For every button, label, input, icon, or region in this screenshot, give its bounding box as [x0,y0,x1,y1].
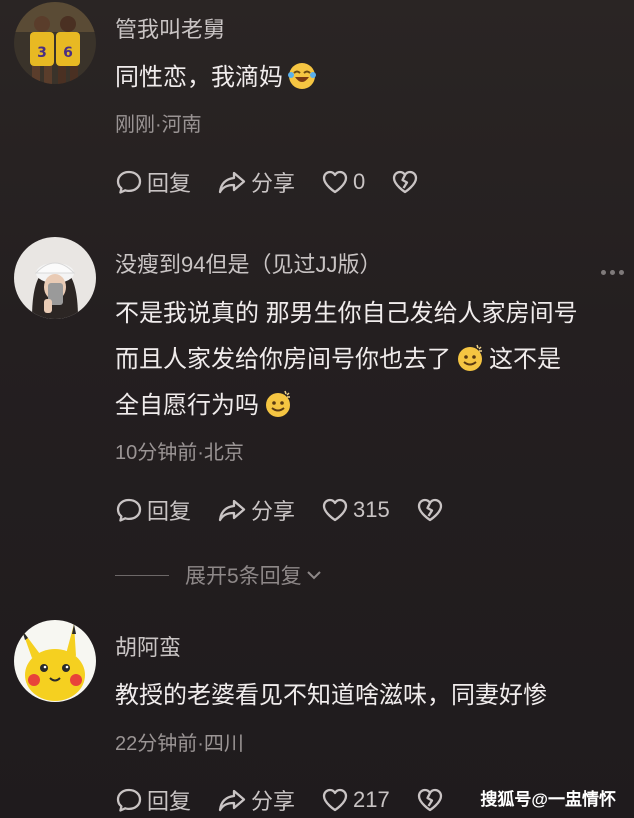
like-button[interactable]: 217 [321,786,390,814]
reply-label: 回复 [147,171,192,196]
share-label: 分享 [251,171,296,196]
watermark: 搜狐号@一盅情怀 [480,790,616,809]
comment-text-span: 全自愿行为吗 [115,392,259,419]
dot [619,270,624,275]
more-options-button[interactable] [601,270,624,275]
broken-heart-icon [393,170,418,194]
heart-icon [322,170,348,194]
share-button[interactable]: 分享 [217,784,295,816]
expand-replies-button[interactable]: 展开5条回复 [115,560,324,590]
broken-heart-icon [417,788,442,812]
pikachu-avatar-image [14,620,96,702]
dot [601,270,606,275]
smiling-sweat-emoji-icon [458,344,482,371]
like-count: 0 [353,169,366,194]
girl-selfie-avatar-image [14,237,96,319]
username[interactable]: 没瘦到94但是（见过JJ版） [115,247,381,279]
share-arrow-icon [218,499,246,522]
like-count: 315 [353,497,390,522]
expand-replies-label: 展开5条回复 [185,565,302,588]
avatar[interactable] [14,237,96,319]
like-count: 217 [353,787,390,812]
smiling-sweat-emoji-icon [266,390,290,417]
comment-text-line: 全自愿行为吗 [115,384,578,428]
reply-button[interactable]: 回复 [115,166,191,198]
avatar[interactable]: 3 6 [14,2,96,84]
comment-text-line: 不是我说真的 那男生你自己发给人家房间号 [115,300,578,327]
share-arrow-icon [218,789,246,812]
reply-label: 回复 [147,789,192,814]
comment-text-line: 教授的老婆看见不知道啥滋味，同妻好惨 [115,682,547,709]
heart-icon [322,498,348,522]
comment-text: 不是我说真的 那男生你自己发给人家房间号 而且人家发给你房间号你也去了 这不是 … [115,292,578,428]
username[interactable]: 管我叫老舅 [115,12,225,44]
reply-bubble-icon [116,170,142,194]
laughing-tears-emoji-icon [288,63,316,89]
share-label: 分享 [251,789,296,814]
comment-text-span: 这不是 [489,346,561,373]
basketball-players-avatar-image: 3 6 [14,2,96,84]
comment-text: 教授的老婆看见不知道啥滋味，同妻好惨 [115,674,547,718]
reply-bubble-icon [116,498,142,522]
username[interactable]: 胡阿蛮 [115,630,181,662]
dislike-button[interactable] [416,786,444,814]
avatar[interactable] [14,620,96,702]
comment-text: 同性恋，我滴妈 [115,56,321,100]
chevron-down-icon [306,571,321,580]
comment-text-span: 而且人家发给你房间号你也去了 [115,346,451,373]
svg-text:3: 3 [37,45,47,61]
reply-button[interactable]: 回复 [115,784,191,816]
action-bar: 回复 分享 315 [115,495,470,525]
like-button[interactable]: 315 [321,496,390,524]
like-button[interactable]: 0 [321,168,365,196]
reply-button[interactable]: 回复 [115,494,191,526]
divider [115,574,169,576]
broken-heart-icon [417,498,442,522]
action-bar: 回复 分享 0 [115,167,445,197]
reply-label: 回复 [147,499,192,524]
comment-meta: 刚刚·河南 [115,114,202,136]
comment-text-line: 而且人家发给你房间号你也去了 这不是 [115,338,578,382]
action-bar: 回复 分享 217 [115,785,470,815]
share-button[interactable]: 分享 [217,166,295,198]
svg-text:6: 6 [63,45,73,61]
dislike-button[interactable] [391,168,419,196]
share-button[interactable]: 分享 [217,494,295,526]
share-label: 分享 [251,499,296,524]
reply-bubble-icon [116,788,142,812]
dot [610,270,615,275]
heart-icon [322,788,348,812]
comment-meta: 10分钟前·北京 [115,442,244,464]
comment-meta: 22分钟前·四川 [115,733,244,755]
share-arrow-icon [218,171,246,194]
dislike-button[interactable] [416,496,444,524]
comment-text-line: 同性恋，我滴妈 [115,64,283,91]
